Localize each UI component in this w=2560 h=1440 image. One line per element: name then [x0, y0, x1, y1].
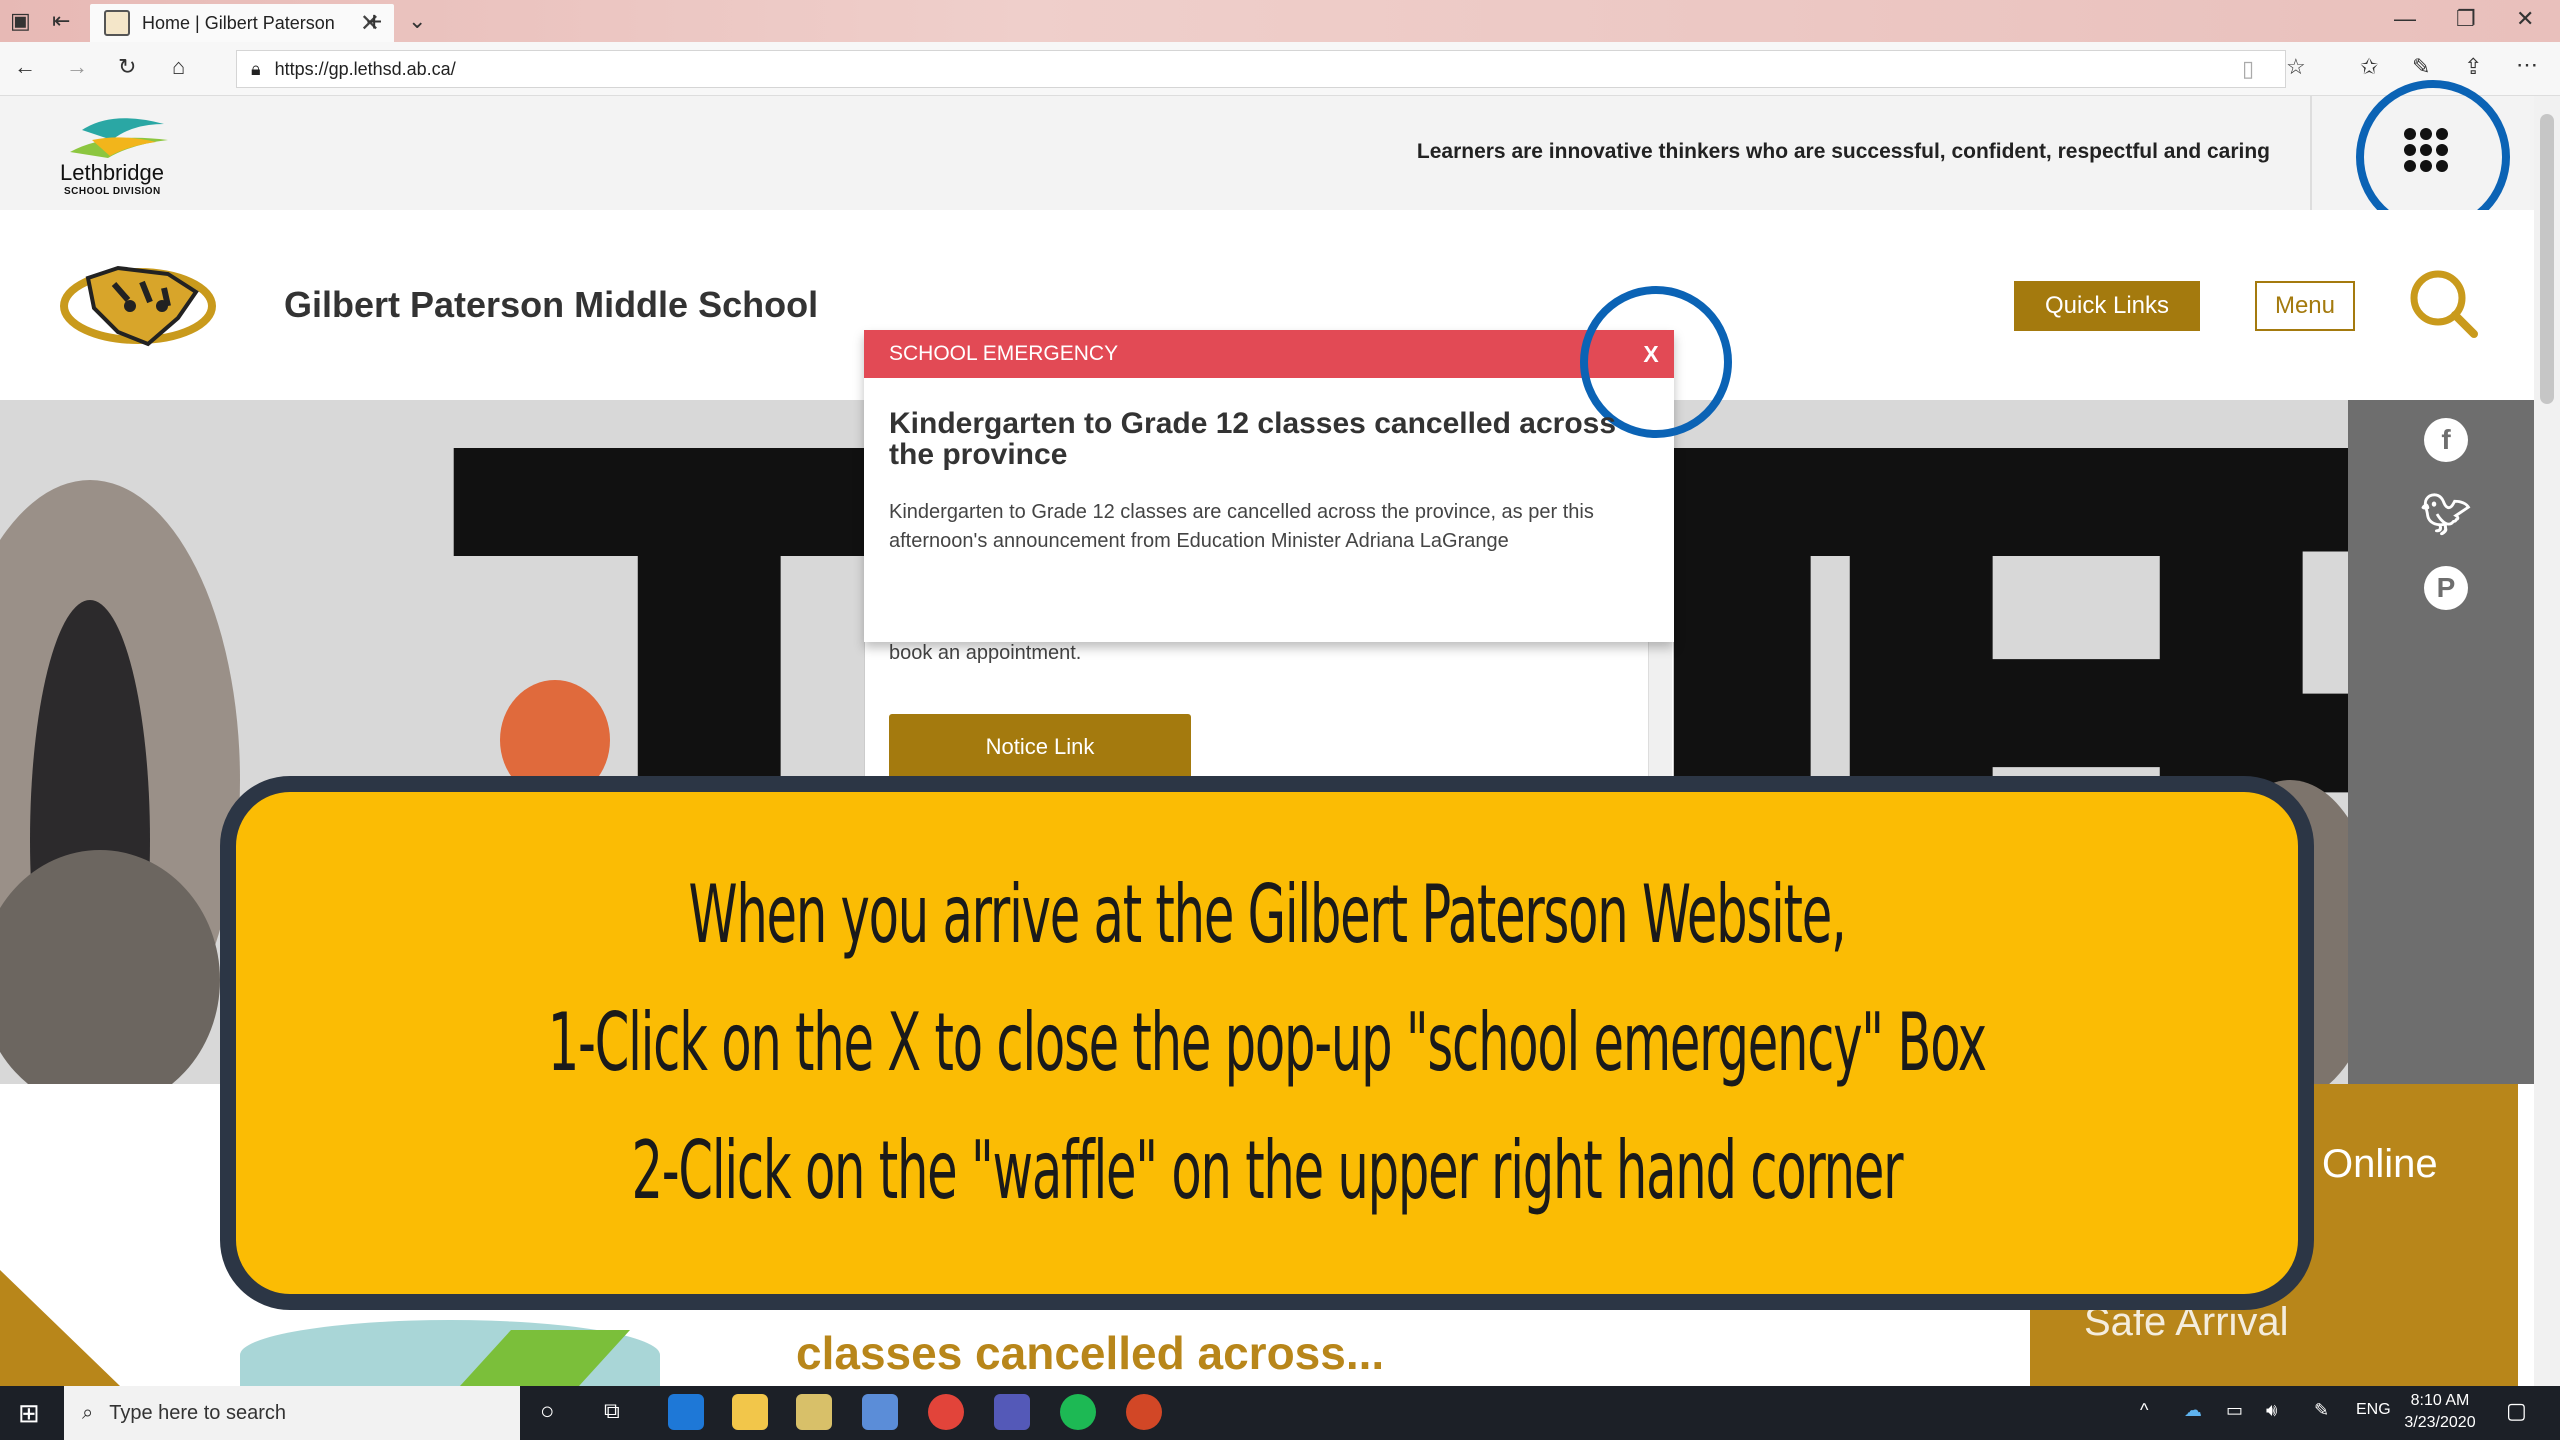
tab-actions-icon[interactable]: ▣ [10, 8, 31, 34]
instruction-callout: When you arrive at the Gilbert Paterson … [220, 776, 2314, 1310]
file-explorer-icon[interactable] [732, 1394, 768, 1430]
reading-view-icon[interactable]: ▯ [2242, 56, 2254, 82]
division-tagline: Learners are innovative thinkers who are… [1416, 140, 2270, 163]
set-tabs-aside-icon[interactable]: ⇤ [52, 8, 70, 34]
windows-start-icon[interactable]: ⊞ [18, 1398, 40, 1429]
instruction-line-2: 1-Click on the X to close the pop-up "sc… [547, 996, 1987, 1089]
clock-date: 3/23/2020 [2404, 1414, 2476, 1431]
url-text: https://gp.lethsd.ab.ca/ [274, 58, 456, 79]
url-bar[interactable]: 🔒︎ https://gp.lethsd.ab.ca/ [236, 50, 2286, 88]
more-icon[interactable]: ⋯ [2516, 52, 2538, 78]
dialog-body-text: Kindergarten to Grade 12 classes are can… [889, 501, 1594, 552]
favorite-star-icon[interactable]: ☆ [2286, 54, 2306, 80]
pen-icon[interactable]: ✎ [2412, 54, 2430, 80]
header-divider [2310, 96, 2312, 210]
forward-icon[interactable]: → [66, 54, 88, 80]
division-logo-sub: SCHOOL DIVISION [64, 186, 161, 197]
lock-icon: 🔒︎ [251, 58, 261, 79]
tiger-logo-icon[interactable] [58, 248, 218, 364]
notice-link-button[interactable]: Notice Link [889, 714, 1191, 780]
restore-icon[interactable]: ❐ [2456, 6, 2476, 32]
refresh-icon[interactable]: ↻ [118, 54, 136, 80]
back-icon[interactable]: ← [14, 54, 36, 80]
home-icon[interactable]: ⌂ [172, 54, 185, 80]
edge-app-icon[interactable] [668, 1394, 704, 1430]
network-icon[interactable]: ▭ [2226, 1400, 2243, 1421]
twitter-icon[interactable]: 🐦︎ [2421, 492, 2472, 537]
share-icon[interactable]: ⇪ [2464, 54, 2482, 80]
minimize-icon[interactable]: — [2394, 6, 2416, 32]
browser-tab[interactable]: Home | Gilbert Paterson ✕ [90, 4, 394, 42]
taskbar-search-placeholder: Type here to search [109, 1401, 286, 1424]
language-indicator[interactable]: ENG [2356, 1401, 2391, 1419]
taskbar-clock[interactable]: 8:10 AM 3/23/2020 [2388, 1390, 2492, 1434]
online-tile-label: Online [2322, 1142, 2438, 1186]
dialog-title: SCHOOL EMERGENCY [889, 342, 1119, 365]
instruction-line-1: When you arrive at the Gilbert Paterson … [688, 868, 1846, 961]
pen-workspace-icon[interactable]: ✎ [2314, 1400, 2329, 1421]
notifications-icon[interactable]: ▢ [2506, 1398, 2527, 1424]
news-headline-link[interactable]: classes cancelled across... [796, 1326, 1384, 1380]
spotify-app-icon[interactable] [1060, 1394, 1096, 1430]
new-tab-icon[interactable]: + [366, 6, 382, 38]
division-logo-name: Lethbridge [60, 160, 164, 185]
favorites-hub-icon[interactable]: ✩ [2360, 54, 2378, 80]
facebook-icon[interactable]: f [2424, 418, 2468, 462]
page-scrollbar-thumb[interactable] [2540, 114, 2554, 404]
task-view-icon[interactable]: ⧉ [604, 1398, 620, 1424]
close-window-icon[interactable]: ✕ [2516, 6, 2534, 32]
dialog-heading: Kindergarten to Grade 12 classes cancell… [889, 407, 1617, 471]
taskbar-search-box[interactable]: ⌕ Type here to search [64, 1386, 520, 1440]
volume-icon[interactable]: 🔊︎ [2266, 1400, 2277, 1421]
tab-title: Home | Gilbert Paterson [142, 12, 335, 33]
onedrive-icon[interactable]: ☁ [2184, 1400, 2202, 1421]
tray-chevron-icon[interactable]: ^ [2140, 1400, 2148, 1421]
tab-favicon-icon [104, 10, 130, 36]
menu-button[interactable]: Menu [2255, 281, 2355, 331]
search-magnifier-icon: ⌕ [82, 1401, 94, 1424]
powerpoint-app-icon[interactable] [1126, 1394, 1162, 1430]
store-app-icon[interactable] [862, 1394, 898, 1430]
search-icon[interactable] [2408, 268, 2478, 338]
cortana-icon[interactable]: ○ [540, 1398, 555, 1426]
school-name[interactable]: Gilbert Paterson Middle School [284, 284, 818, 326]
teams-app-icon[interactable] [994, 1394, 1030, 1430]
chrome-app-icon[interactable] [928, 1394, 964, 1430]
tab-list-chevron-icon[interactable]: ⌄ [408, 8, 426, 34]
quick-links-button[interactable]: Quick Links [2014, 281, 2200, 331]
notes-app-icon[interactable] [796, 1394, 832, 1430]
instruction-line-3: 2-Click on the "waffle" on the upper rig… [631, 1124, 1904, 1217]
pinterest-icon[interactable]: P [2424, 566, 2468, 610]
clock-time: 8:10 AM [2410, 1392, 2470, 1409]
notice-text: book an appointment. [889, 642, 1082, 664]
